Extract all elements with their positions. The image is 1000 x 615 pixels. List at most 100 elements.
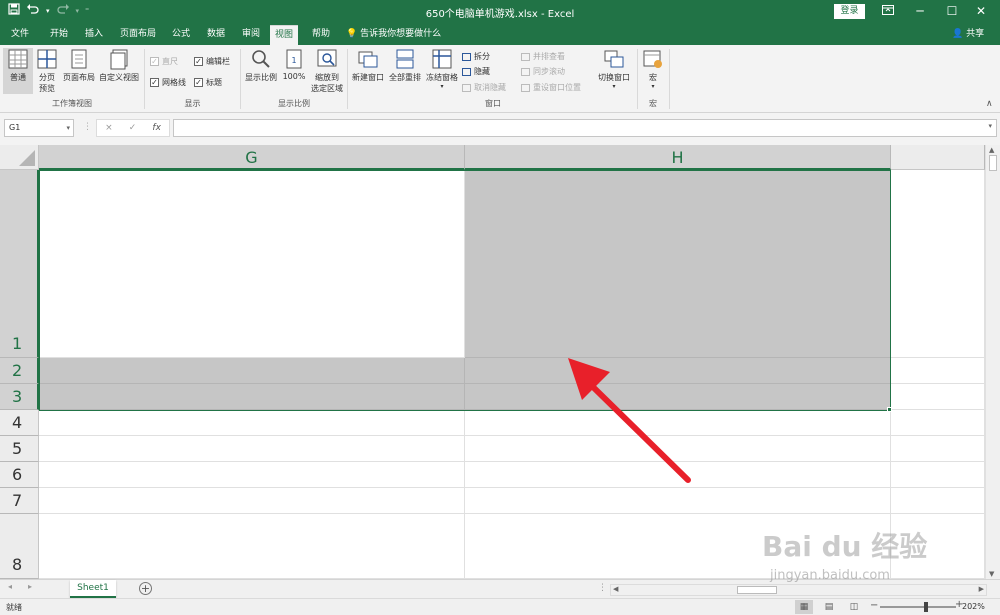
scroll-up-icon[interactable]: ▲ — [989, 146, 994, 154]
add-sheet-icon[interactable]: + — [139, 582, 152, 595]
cell-g7[interactable] — [39, 488, 465, 514]
share-button[interactable]: 👤 共享 — [952, 25, 984, 44]
switch-windows-button[interactable]: 切换窗口 ▾ — [595, 48, 633, 90]
horizontal-scroll-thumb[interactable] — [737, 586, 777, 594]
chevron-down-icon[interactable]: ▾ — [988, 122, 992, 130]
tab-page-layout[interactable]: 页面布局 — [115, 25, 161, 45]
reset-position-button[interactable]: 重设窗口位置 — [521, 82, 581, 93]
unhide-button[interactable]: 取消隐藏 — [462, 82, 506, 93]
zoom-out-icon[interactable]: − — [870, 600, 878, 611]
formula-bar-label: 编辑栏 — [206, 57, 230, 66]
row-header-7[interactable]: 7 — [0, 488, 39, 514]
macros-button[interactable]: 宏 ▾ — [640, 48, 666, 90]
cell-i3[interactable] — [891, 384, 985, 410]
sheet-next-icon[interactable]: ▸ — [28, 582, 32, 591]
enter-icon[interactable]: ✓ — [129, 123, 137, 133]
cell-g8[interactable] — [39, 514, 465, 579]
formula-bar-checkbox[interactable]: ✓ 编辑栏 — [194, 56, 230, 67]
column-header-next[interactable] — [891, 145, 985, 170]
login-button[interactable]: 登录 — [834, 4, 865, 19]
scroll-down-icon[interactable]: ▼ — [989, 570, 994, 578]
page-layout-view-button[interactable]: 页面布局 — [62, 48, 96, 83]
cell-i5[interactable] — [891, 436, 985, 462]
row-header-6[interactable]: 6 — [0, 462, 39, 488]
page-layout-status-icon[interactable]: ▤ — [820, 600, 838, 614]
tab-review[interactable]: 审阅 — [237, 25, 265, 45]
sheet-tab-sheet1[interactable]: Sheet1 — [70, 580, 116, 598]
zoom-100-button[interactable]: 1 100% — [281, 48, 307, 81]
arrange-all-button[interactable]: 全部重排 — [387, 48, 423, 83]
collapse-ribbon-icon[interactable]: ∧ — [986, 99, 993, 109]
vertical-scroll-thumb[interactable] — [989, 155, 997, 171]
cell-i1[interactable] — [891, 170, 985, 358]
normal-view-button[interactable]: 普通 — [3, 48, 33, 94]
zoom-button[interactable]: 显示比例 — [243, 48, 279, 83]
cell-g1[interactable] — [39, 170, 465, 358]
sheet-prev-icon[interactable]: ◂ — [8, 582, 12, 591]
normal-view-status-icon[interactable]: ▦ — [795, 600, 813, 614]
select-all-button[interactable] — [0, 145, 39, 170]
tell-me-search[interactable]: 💡 告诉我你想要做什么 — [346, 25, 441, 44]
insert-function-icon[interactable]: fx — [152, 123, 161, 133]
cell-g4[interactable] — [39, 410, 465, 436]
column-header-h[interactable]: H — [465, 145, 891, 170]
zoom-slider[interactable] — [880, 602, 956, 612]
row-header-5[interactable]: 5 — [0, 436, 39, 462]
zoom-to-selection-button[interactable]: 缩放到 选定区域 — [309, 48, 345, 94]
tab-split-handle-icon[interactable]: ⋮ — [598, 583, 607, 593]
hide-button[interactable]: 隐藏 — [462, 66, 490, 77]
custom-views-button[interactable]: 自定义视图 — [97, 48, 141, 83]
ribbon-display-options-icon[interactable] — [873, 2, 903, 20]
tab-data[interactable]: 数据 — [202, 25, 230, 45]
horizontal-scrollbar[interactable]: ◀ ▶ — [610, 584, 987, 596]
freeze-panes-button[interactable]: 冻结窗格 ▾ — [424, 48, 460, 90]
formula-input[interactable]: ▾ — [173, 119, 997, 137]
tab-file[interactable]: 文件 — [6, 25, 34, 45]
cell-i4[interactable] — [891, 410, 985, 436]
sync-scroll-button[interactable]: 同步滚动 — [521, 66, 565, 77]
tab-formulas[interactable]: 公式 — [167, 25, 195, 45]
scroll-right-icon[interactable]: ▶ — [979, 585, 984, 593]
close-icon[interactable]: ✕ — [966, 2, 996, 20]
headings-checkbox[interactable]: ✓ 标题 — [194, 77, 222, 88]
side-by-side-button[interactable]: 并排查看 — [521, 51, 565, 62]
cell-g6[interactable] — [39, 462, 465, 488]
name-box[interactable]: G1 ▾ — [4, 119, 74, 137]
column-header-g[interactable]: G — [39, 145, 465, 170]
tab-view[interactable]: 视图 — [270, 25, 299, 45]
gridlines-label: 网格线 — [162, 78, 186, 87]
cell-g5[interactable] — [39, 436, 465, 462]
new-window-button[interactable]: 新建窗口 — [350, 48, 386, 83]
fill-handle[interactable] — [887, 407, 892, 412]
tab-home[interactable]: 开始 — [45, 25, 73, 45]
split-button[interactable]: 拆分 — [462, 51, 490, 62]
ruler-checkbox[interactable]: ✓ 直尺 — [150, 56, 178, 67]
chevron-down-icon[interactable]: ▾ — [66, 120, 70, 136]
row-header-4[interactable]: 4 — [0, 410, 39, 436]
gridlines-checkbox[interactable]: ✓ 网格线 — [150, 77, 186, 88]
tab-help[interactable]: 帮助 — [307, 25, 335, 45]
zoom-level[interactable]: 202% — [962, 602, 985, 611]
maximize-icon[interactable]: ☐ — [937, 2, 967, 20]
row-header-8[interactable]: 8 — [0, 514, 39, 579]
tab-insert[interactable]: 插入 — [80, 25, 108, 45]
cancel-icon[interactable]: × — [105, 123, 113, 133]
hide-icon — [462, 67, 471, 76]
vertical-scrollbar[interactable]: ▲ ▼ — [985, 145, 1000, 579]
zoom-slider-knob[interactable] — [924, 602, 928, 612]
cell-h1[interactable] — [465, 170, 891, 358]
row-header-2[interactable]: 2 — [0, 358, 39, 384]
cell-g3[interactable] — [39, 384, 465, 410]
minimize-icon[interactable]: ─ — [905, 2, 935, 20]
page-break-preview-button[interactable]: 分页 预览 — [34, 48, 60, 94]
row-header-3[interactable]: 3 — [0, 384, 39, 410]
cell-i6[interactable] — [891, 462, 985, 488]
scroll-left-icon[interactable]: ◀ — [613, 585, 618, 593]
cell-g2[interactable] — [39, 358, 465, 384]
cell-h7[interactable] — [465, 488, 891, 514]
row-header-1[interactable]: 1 — [0, 170, 39, 358]
formula-bar-grip-icon[interactable]: ⋮ — [83, 122, 92, 132]
cell-i7[interactable] — [891, 488, 985, 514]
cell-i2[interactable] — [891, 358, 985, 384]
page-break-status-icon[interactable]: ◫ — [845, 600, 863, 614]
